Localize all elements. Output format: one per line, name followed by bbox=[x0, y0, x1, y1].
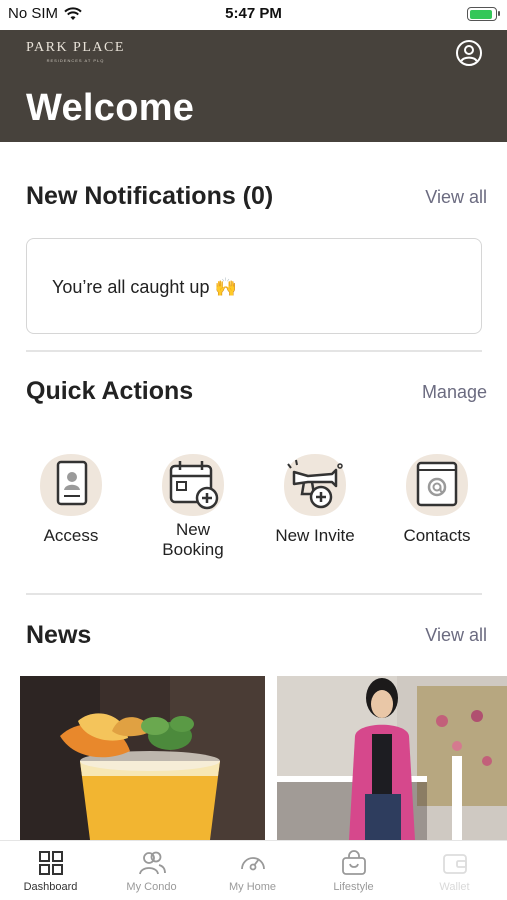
quick-action-new-invite[interactable]: New Invite bbox=[260, 450, 370, 546]
quick-action-contacts[interactable]: Contacts bbox=[382, 450, 492, 546]
notifications-title: New Notifications (0) bbox=[26, 182, 274, 210]
tab-label: My Condo bbox=[126, 881, 177, 893]
notifications-view-all-link[interactable]: View all bbox=[425, 187, 487, 208]
news-view-all-link[interactable]: View all bbox=[425, 625, 487, 646]
page-title: Welcome bbox=[26, 87, 195, 129]
contact-book-icon bbox=[402, 450, 472, 520]
quick-action-label: Contacts bbox=[403, 526, 471, 545]
dashboard-grid-icon bbox=[38, 851, 63, 875]
tab-wallet[interactable]: Wallet bbox=[404, 849, 505, 893]
shopping-basket-icon bbox=[341, 850, 366, 875]
tab-label: My Home bbox=[228, 881, 277, 893]
news-title: News bbox=[26, 621, 92, 649]
notifications-card: You’re all caught up 🙌 bbox=[26, 238, 482, 334]
drink-image bbox=[20, 676, 265, 840]
wallet-icon bbox=[442, 854, 467, 874]
people-icon bbox=[138, 851, 166, 875]
trumpet-plus-icon bbox=[280, 450, 350, 520]
quick-action-label: New Invite bbox=[275, 526, 355, 545]
battery-icon bbox=[467, 7, 500, 21]
divider bbox=[26, 593, 482, 595]
id-badge-icon bbox=[36, 450, 106, 520]
quick-actions-manage-link[interactable]: Manage bbox=[422, 382, 487, 403]
divider bbox=[26, 350, 482, 352]
empty-notifications-message: You’re all caught up 🙌 bbox=[52, 277, 237, 297]
calendar-plus-icon bbox=[158, 450, 228, 520]
tab-label: Wallet bbox=[439, 881, 470, 893]
news-card-person[interactable] bbox=[277, 676, 507, 840]
profile-icon[interactable] bbox=[455, 39, 483, 67]
tab-bar: Dashboard My Condo My Home Lifestyle Wal… bbox=[0, 840, 507, 900]
quick-action-label: Access bbox=[43, 526, 99, 545]
quick-actions-title: Quick Actions bbox=[26, 377, 194, 405]
tab-dashboard[interactable]: Dashboard bbox=[0, 849, 101, 893]
clock: 5:47 PM bbox=[225, 5, 282, 22]
logo: PARK PLACE RESIDENCES AT PLQ bbox=[26, 40, 125, 63]
tab-label: Dashboard bbox=[23, 881, 78, 893]
quick-action-label: New Booking bbox=[162, 520, 224, 559]
news-card-drink[interactable] bbox=[20, 676, 265, 840]
speedometer-icon bbox=[240, 857, 265, 871]
tab-lifestyle[interactable]: Lifestyle bbox=[303, 849, 404, 893]
quick-action-access[interactable]: Access bbox=[16, 450, 126, 546]
tab-my-condo[interactable]: My Condo bbox=[101, 849, 202, 893]
tab-my-home[interactable]: My Home bbox=[202, 849, 303, 893]
quick-action-new-booking[interactable]: New Booking bbox=[138, 450, 248, 560]
tab-label: Lifestyle bbox=[333, 881, 374, 893]
person-image bbox=[277, 676, 507, 840]
status-bar: No SIM 5:47 PM bbox=[0, 0, 507, 30]
header: PARK PLACE RESIDENCES AT PLQ Welcome bbox=[0, 30, 507, 142]
